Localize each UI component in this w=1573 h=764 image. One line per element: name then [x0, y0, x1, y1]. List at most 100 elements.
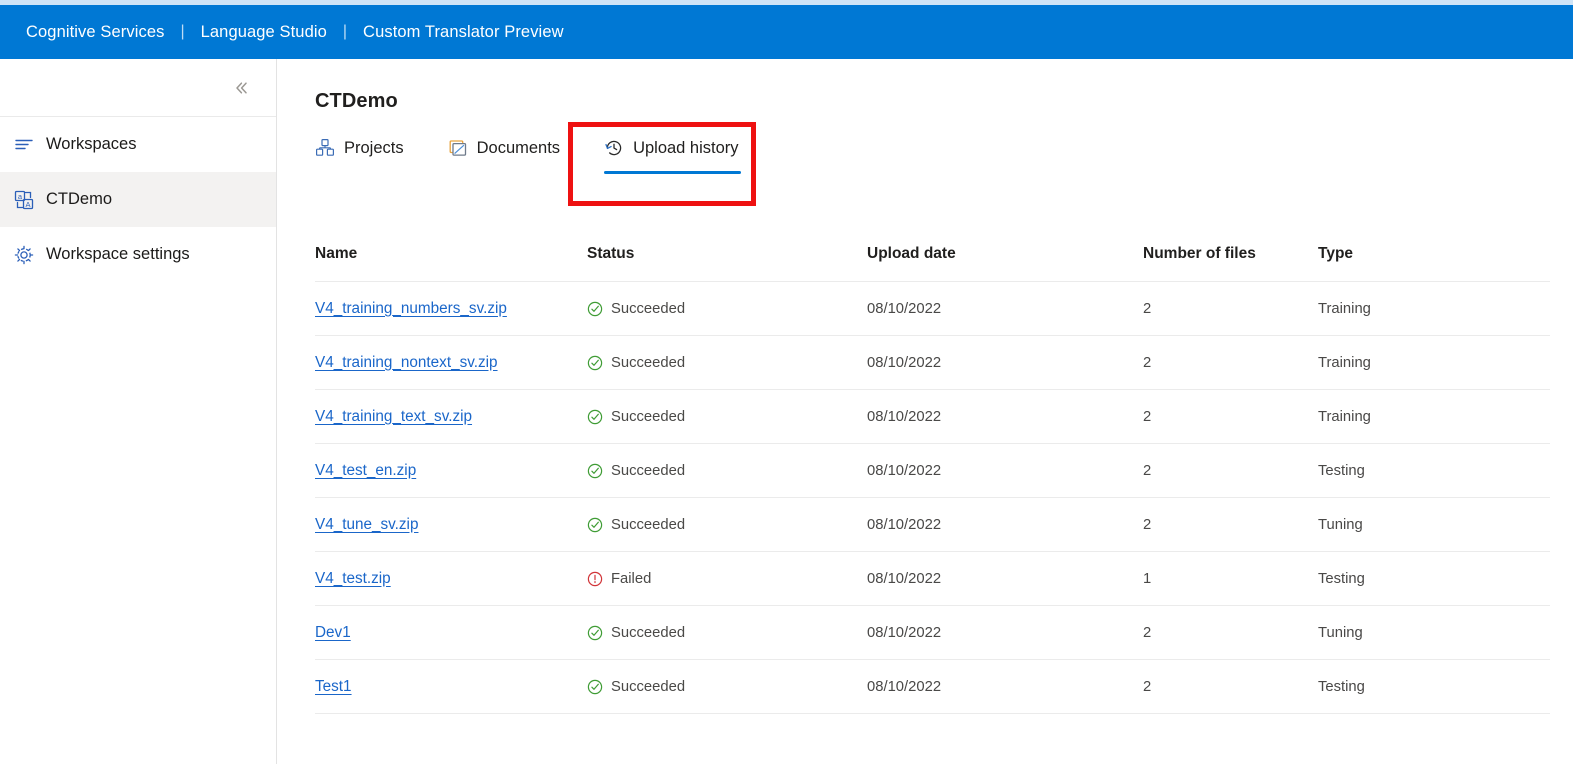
sidebar-header	[0, 59, 276, 117]
cell-upload-date: 08/10/2022	[867, 443, 1143, 498]
tab-label: Upload history	[633, 138, 739, 157]
table-row: V4_training_text_sv.zip Succeeded 08/10/20…	[315, 389, 1550, 444]
file-link[interactable]: V4_test_en.zip	[315, 462, 416, 479]
table-body: V4_training_numbers_sv.zip Succeeded 08/10…	[315, 281, 1550, 714]
status-label: Succeeded	[611, 408, 686, 425]
check-circle-icon	[587, 517, 603, 533]
check-circle-icon	[587, 679, 603, 695]
documents-icon	[448, 138, 468, 158]
sidebar-item-label: CTDemo	[46, 190, 113, 208]
page-title: CTDemo	[315, 90, 398, 112]
history-clock-icon	[604, 138, 624, 158]
cell-type: Testing	[1318, 551, 1550, 606]
cell-number-of-files: 2	[1143, 281, 1318, 336]
tab-underline-active	[604, 171, 741, 174]
svg-text:a: a	[18, 192, 23, 201]
tab-underline	[448, 171, 562, 174]
check-circle-icon	[587, 355, 603, 371]
file-link[interactable]: V4_test.zip	[315, 570, 391, 587]
status-label: Failed	[611, 570, 652, 587]
cell-status: Succeeded	[587, 605, 867, 660]
check-circle-icon	[587, 463, 603, 479]
cell-type: Tuning	[1318, 497, 1550, 552]
tab-upload-history[interactable]: Upload history	[604, 135, 741, 174]
status-label: Succeeded	[611, 516, 686, 533]
file-link[interactable]: V4_training_numbers_sv.zip	[315, 300, 507, 317]
sidebar-item-ctdemo[interactable]: a A CTDemo	[0, 172, 276, 227]
cell-name: V4_test.zip	[315, 551, 587, 606]
check-circle-icon	[587, 625, 603, 641]
cell-upload-date: 08/10/2022	[867, 551, 1143, 606]
sidebar-item-label: Workspace settings	[46, 245, 190, 263]
app-root: Cognitive Services | Language Studio | C…	[0, 0, 1573, 764]
file-link[interactable]: V4_tune_sv.zip	[315, 516, 418, 533]
cell-name: V4_tune_sv.zip	[315, 497, 587, 552]
table-header-row: Name Status Upload date Number of files …	[315, 245, 1550, 282]
cell-status: Succeeded	[587, 443, 867, 498]
check-circle-icon	[587, 409, 603, 425]
tab-documents[interactable]: Documents	[448, 135, 562, 174]
sidebar: Workspaces a A CTDemo Workspace settings	[0, 59, 277, 764]
cell-type: Tuning	[1318, 605, 1550, 660]
tab-underline	[315, 171, 406, 174]
column-header-name[interactable]: Name	[315, 245, 587, 282]
tab-projects[interactable]: Projects	[315, 135, 406, 174]
column-header-status[interactable]: Status	[587, 245, 867, 282]
cell-number-of-files: 2	[1143, 389, 1318, 444]
file-link[interactable]: V4_training_nontext_sv.zip	[315, 354, 498, 371]
cell-number-of-files: 2	[1143, 659, 1318, 714]
file-link[interactable]: Dev1	[315, 624, 351, 641]
column-header-upload-date[interactable]: Upload date	[867, 245, 1143, 282]
workspaces-icon	[2, 134, 46, 156]
file-link[interactable]: Test1	[315, 678, 352, 695]
table-row: Test1 Succeeded 08/10/2022 2 Testing	[315, 659, 1550, 714]
status-label: Succeeded	[611, 462, 686, 479]
sidebar-item-label: Workspaces	[46, 135, 137, 153]
cell-number-of-files: 2	[1143, 605, 1318, 660]
cell-name: V4_test_en.zip	[315, 443, 587, 498]
sidebar-item-workspace-settings[interactable]: Workspace settings	[0, 227, 276, 282]
cell-status: Succeeded	[587, 389, 867, 444]
header-separator: |	[342, 23, 348, 40]
cell-type: Training	[1318, 281, 1550, 336]
cell-number-of-files: 2	[1143, 497, 1318, 552]
table-row: V4_test.zip Failed 08/10/2022 1 Testing	[315, 551, 1550, 606]
cell-status: Succeeded	[587, 335, 867, 390]
column-header-type[interactable]: Type	[1318, 245, 1550, 282]
projects-cubes-icon	[315, 138, 335, 158]
cell-name: V4_training_numbers_sv.zip	[315, 281, 587, 336]
column-header-number-of-files[interactable]: Number of files	[1143, 245, 1318, 282]
cell-type: Training	[1318, 335, 1550, 390]
tab-label: Documents	[476, 138, 561, 157]
table-row: V4_tune_sv.zip Succeeded 08/10/2022 2 Tuning	[315, 497, 1550, 552]
chevron-double-left-icon[interactable]	[228, 75, 254, 101]
status-label: Succeeded	[611, 678, 686, 695]
sidebar-item-workspaces[interactable]: Workspaces	[0, 117, 276, 172]
upload-history-table-container: Name Status Upload date Number of files …	[315, 245, 1550, 714]
cell-number-of-files: 1	[1143, 551, 1318, 606]
table-row: V4_training_numbers_sv.zip Succeeded 08/10…	[315, 281, 1550, 336]
header-link-custom-translator-preview[interactable]: Custom Translator Preview	[363, 23, 564, 42]
cell-name: Dev1	[315, 605, 587, 660]
cell-status: Failed	[587, 551, 867, 606]
header-link-language-studio[interactable]: Language Studio	[201, 23, 327, 42]
cell-upload-date: 08/10/2022	[867, 389, 1143, 444]
cell-upload-date: 08/10/2022	[867, 497, 1143, 552]
cell-upload-date: 08/10/2022	[867, 281, 1143, 336]
cell-status: Succeeded	[587, 497, 867, 552]
cell-type: Training	[1318, 389, 1550, 444]
main-content: CTDemo Projects Documents Upload history…	[278, 59, 1573, 764]
status-label: Succeeded	[611, 300, 686, 317]
cell-upload-date: 08/10/2022	[867, 335, 1143, 390]
translator-workspace-icon: a A	[2, 189, 46, 211]
check-circle-icon	[587, 301, 603, 317]
table-row: Dev1 Succeeded 08/10/2022 2 Tuning	[315, 605, 1550, 660]
cell-upload-date: 08/10/2022	[867, 605, 1143, 660]
header-link-cognitive-services[interactable]: Cognitive Services	[26, 23, 164, 42]
file-link[interactable]: V4_training_text_sv.zip	[315, 408, 472, 425]
status-label: Succeeded	[611, 624, 686, 641]
cell-status: Succeeded	[587, 281, 867, 336]
global-header: Cognitive Services | Language Studio | C…	[0, 5, 1573, 59]
table-head: Name Status Upload date Number of files …	[315, 245, 1550, 282]
tab-label: Projects	[344, 138, 404, 157]
